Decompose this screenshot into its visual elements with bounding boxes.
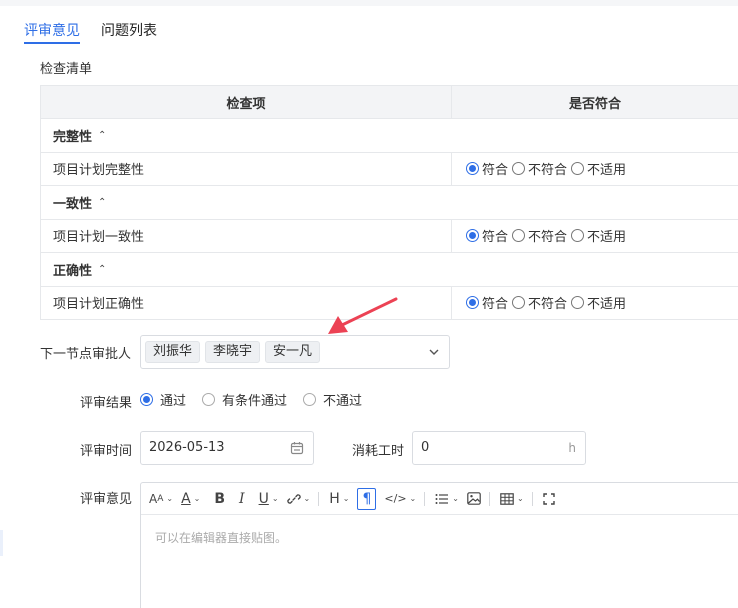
group-header-correctness[interactable]: 正确性 ⌃ bbox=[41, 253, 738, 287]
table-icon[interactable]: ⌄ bbox=[500, 488, 524, 510]
calendar-icon[interactable] bbox=[290, 441, 304, 455]
group-name: 完整性 bbox=[53, 129, 93, 145]
radio-option-conform[interactable]: 符合 bbox=[466, 293, 508, 312]
chevron-down-icon[interactable] bbox=[429, 347, 439, 357]
font-size-icon[interactable]: A A ⌄ bbox=[149, 488, 173, 510]
tab-review-opinion[interactable]: 评审意见 bbox=[24, 22, 80, 44]
radio-group: 符合 不符合 不适用 bbox=[452, 220, 738, 253]
checklist-title: 检查清单 bbox=[40, 62, 93, 77]
result-radio-group: 通过 有条件通过 不通过 bbox=[140, 390, 378, 409]
check-item-label: 项目计划完整性 bbox=[41, 152, 452, 185]
chevron-up-icon[interactable]: ⌃ bbox=[98, 130, 106, 141]
rich-text-editor[interactable]: A A ⌄ A ⌄ B I U ⌄ ⌄ H ⌄ ¶ </> ⌄ ⌄ ⌄ 可以在编辑器直接贴图… bbox=[140, 482, 738, 608]
italic-icon[interactable]: I bbox=[239, 488, 245, 510]
bold-icon[interactable]: B bbox=[214, 488, 225, 510]
underline-icon[interactable]: U ⌄ bbox=[259, 488, 279, 510]
toolbar-divider bbox=[488, 491, 490, 506]
link-icon[interactable]: ⌄ bbox=[286, 488, 310, 510]
table-header: 检查项 是否符合 bbox=[41, 86, 738, 119]
radio-button[interactable] bbox=[466, 296, 479, 310]
radio-group: 符合 不符合 不适用 bbox=[452, 153, 738, 186]
font-color-icon[interactable]: A ⌄ bbox=[181, 488, 200, 510]
radio-option-na[interactable]: 不适用 bbox=[571, 159, 626, 178]
group-name: 一致性 bbox=[53, 196, 93, 212]
paragraph-icon[interactable]: ¶ bbox=[357, 487, 377, 510]
annotation-arrow-icon bbox=[328, 297, 398, 334]
group-header-consistency[interactable]: 一致性 ⌃ bbox=[41, 186, 738, 220]
table-row: 项目计划完整性 符合 不符合 不适用 bbox=[41, 152, 738, 186]
approver-label: 下一节点审批人 bbox=[40, 347, 132, 362]
radio-button[interactable] bbox=[571, 296, 585, 310]
approver-tag[interactable]: 李晓宇 bbox=[205, 341, 261, 363]
radio-button[interactable] bbox=[466, 162, 479, 176]
hours-label: 消耗工时 bbox=[352, 444, 405, 459]
code-icon[interactable]: </> ⌄ bbox=[384, 488, 416, 510]
hours-unit: h bbox=[568, 441, 576, 455]
tab-issue-list[interactable]: 问题列表 bbox=[101, 22, 157, 44]
radio-button[interactable] bbox=[571, 162, 585, 176]
checklist-table: 检查项 是否符合 完整性 ⌃ 项目计划完整性 符合 不符合 不适用 一致性 ⌃ … bbox=[40, 85, 738, 320]
chevron-up-icon[interactable]: ⌃ bbox=[98, 197, 106, 208]
radio-group: 符合 不符合 不适用 bbox=[452, 287, 738, 320]
radio-button[interactable] bbox=[512, 296, 526, 310]
tab-bar: 评审意见 问题列表 bbox=[24, 22, 178, 46]
toolbar-divider bbox=[318, 491, 320, 506]
result-label: 评审结果 bbox=[80, 396, 133, 411]
radio-button[interactable] bbox=[140, 393, 153, 406]
group-header-completeness[interactable]: 完整性 ⌃ bbox=[41, 119, 738, 153]
radio-option-conform[interactable]: 符合 bbox=[466, 159, 508, 178]
result-option-fail[interactable]: 不通过 bbox=[303, 390, 362, 409]
editor-toolbar: A A ⌄ A ⌄ B I U ⌄ ⌄ H ⌄ ¶ </> ⌄ ⌄ ⌄ bbox=[141, 483, 738, 515]
radio-option-na[interactable]: 不适用 bbox=[571, 226, 626, 245]
radio-option-nonconform[interactable]: 不符合 bbox=[512, 226, 567, 245]
group-name: 正确性 bbox=[53, 263, 93, 279]
radio-button[interactable] bbox=[571, 229, 585, 243]
opinion-label: 评审意见 bbox=[80, 492, 133, 507]
radio-option-nonconform[interactable]: 不符合 bbox=[512, 159, 567, 178]
approver-tag[interactable]: 安一凡 bbox=[265, 341, 321, 363]
check-item-label: 项目计划一致性 bbox=[41, 219, 452, 252]
editor-placeholder: 可以在编辑器直接贴图。 bbox=[155, 531, 288, 545]
radio-button[interactable] bbox=[512, 229, 526, 243]
approver-select[interactable]: 刘振华 李晓宇 安一凡 bbox=[140, 335, 450, 369]
toolbar-divider bbox=[424, 491, 426, 506]
radio-option-nonconform[interactable]: 不符合 bbox=[512, 293, 567, 312]
radio-button[interactable] bbox=[202, 393, 216, 406]
table-row: 项目计划一致性 符合 不符合 不适用 bbox=[41, 219, 738, 253]
hours-input[interactable]: 0 h bbox=[412, 431, 586, 465]
list-icon[interactable]: ⌄ bbox=[435, 488, 459, 510]
hours-value: 0 bbox=[421, 440, 430, 455]
fullscreen-icon[interactable] bbox=[542, 488, 555, 510]
toolbar-divider bbox=[531, 491, 533, 506]
column-header-status: 是否符合 bbox=[568, 96, 621, 112]
radio-option-conform[interactable]: 符合 bbox=[466, 226, 508, 245]
top-bar bbox=[0, 0, 738, 6]
side-marker bbox=[0, 530, 3, 556]
radio-button[interactable] bbox=[303, 393, 317, 406]
radio-option-na[interactable]: 不适用 bbox=[571, 293, 626, 312]
result-option-pass[interactable]: 通过 bbox=[140, 390, 186, 409]
radio-button[interactable] bbox=[512, 162, 526, 176]
column-header-item: 检查项 bbox=[41, 86, 452, 118]
review-date-input[interactable]: 2026-05-13 bbox=[140, 431, 314, 465]
radio-button[interactable] bbox=[466, 229, 479, 243]
approver-tag[interactable]: 刘振华 bbox=[145, 341, 201, 363]
heading-icon[interactable]: H ⌄ bbox=[329, 488, 349, 510]
image-icon[interactable] bbox=[467, 488, 481, 510]
result-option-conditional[interactable]: 有条件通过 bbox=[202, 390, 287, 409]
date-value: 2026-05-13 bbox=[149, 440, 225, 455]
review-time-label: 评审时间 bbox=[80, 444, 133, 459]
chevron-up-icon[interactable]: ⌃ bbox=[98, 264, 106, 275]
